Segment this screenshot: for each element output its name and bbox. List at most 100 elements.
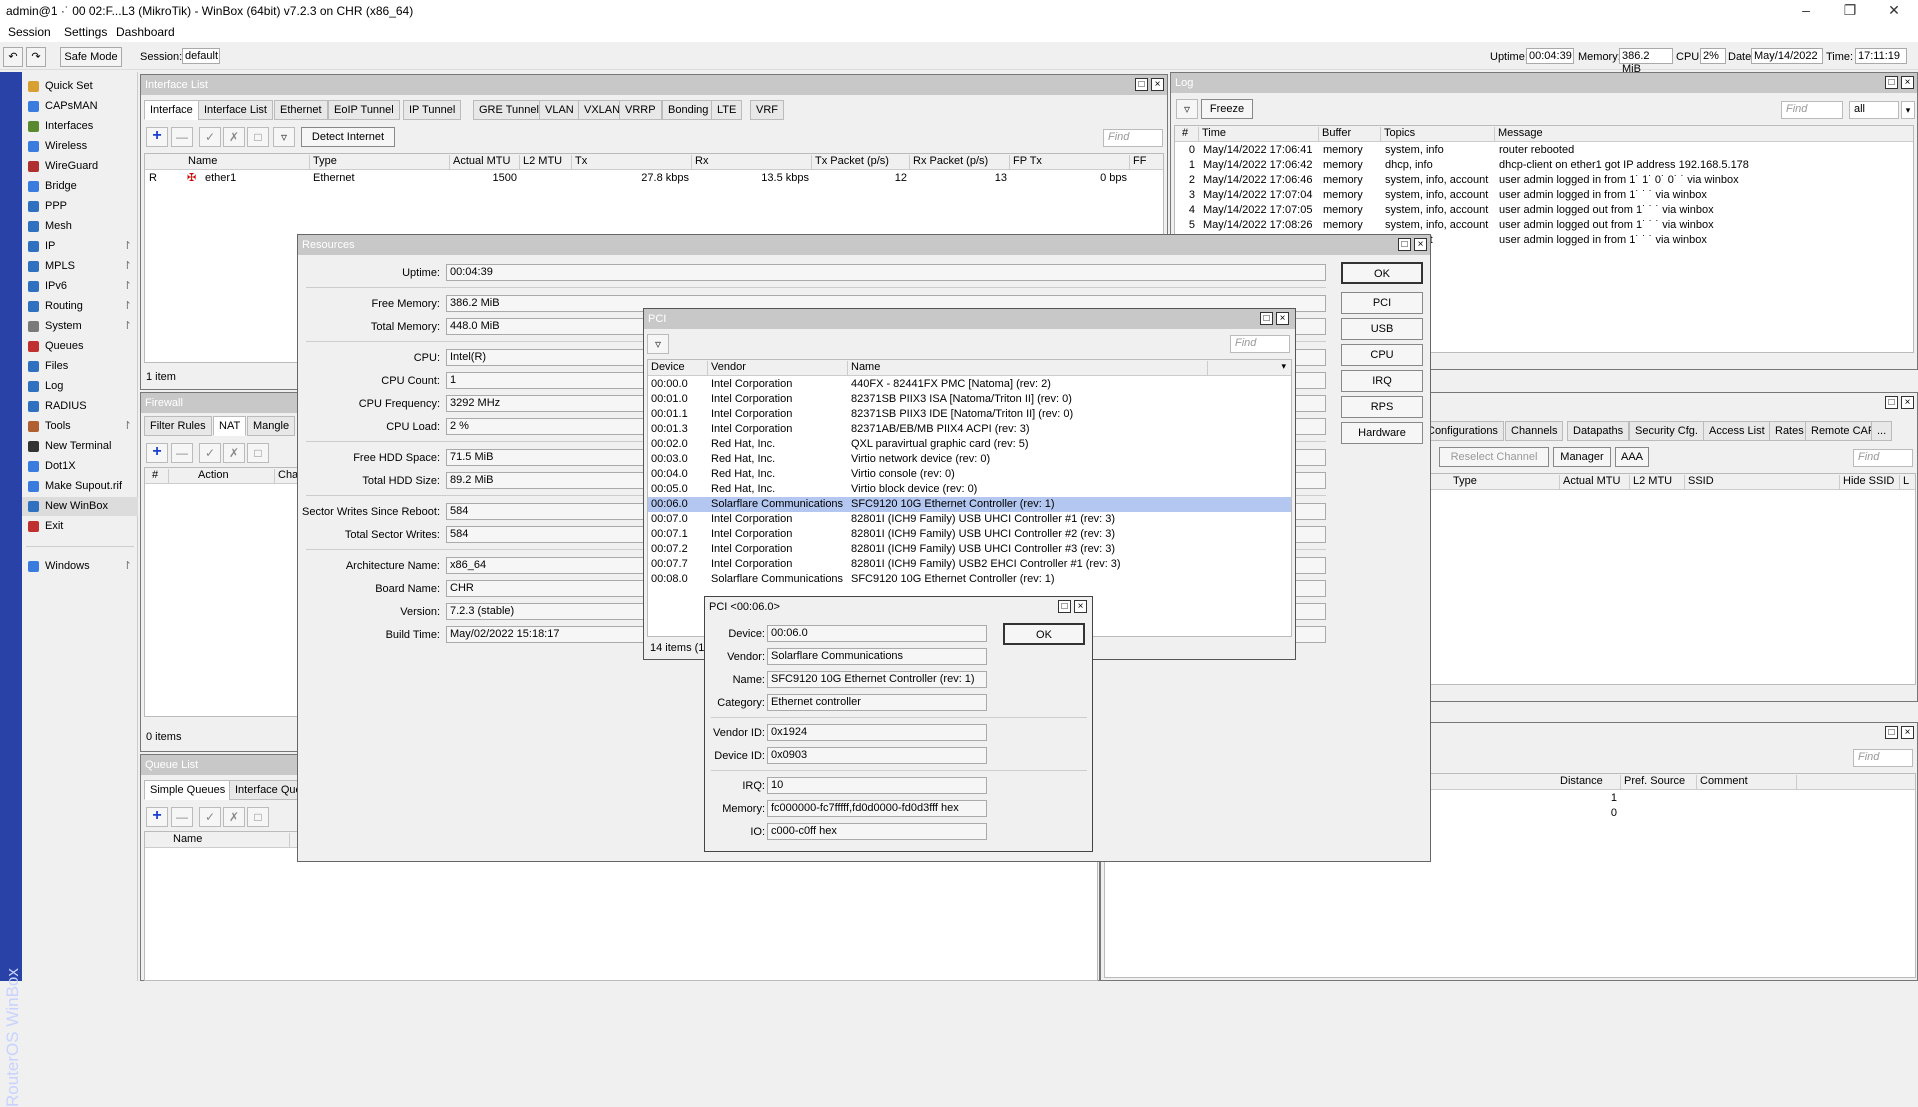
col-distance[interactable]: Distance (1557, 775, 1621, 789)
log-row[interactable]: 4 May/14/2022 17:07:05 memory system, info,… (1175, 203, 1913, 218)
sidebar-item-files[interactable]: Files (22, 357, 138, 376)
tab-lte[interactable]: LTE (711, 100, 743, 120)
tab-rates[interactable]: Rates (1769, 421, 1810, 441)
col-rx-packet[interactable]: Rx Packet (p/s) (910, 155, 1010, 169)
sidebar-item-make-supout-rif[interactable]: Make Supout.rif (22, 477, 138, 496)
sidebar-item-quick-set[interactable]: Quick Set (22, 77, 138, 96)
tab-security-cfg-[interactable]: Security Cfg. (1629, 421, 1704, 441)
tab-mangle[interactable]: Mangle (247, 416, 296, 436)
enable-icon[interactable]: ✓ (199, 443, 221, 463)
menu-session[interactable]: Session (8, 25, 51, 39)
close-icon[interactable]: × (1276, 312, 1289, 325)
col-rx[interactable]: Rx (692, 155, 812, 169)
log-row[interactable]: 1 May/14/2022 17:06:42 memory dhcp, info dhc… (1175, 158, 1913, 173)
tab-remote-cap[interactable]: Remote CAP (1805, 421, 1882, 441)
pci-row[interactable]: 00:01.0 Intel Corporation 82371SB PIIX3 IS… (648, 392, 1291, 407)
redo-icon[interactable]: ↷ (26, 47, 46, 67)
restore-icon[interactable]: □ (1885, 396, 1898, 409)
col-comment[interactable]: Comment (1697, 775, 1797, 789)
ok-button[interactable]: OK (1003, 623, 1085, 645)
col-ssid[interactable]: SSID (1685, 475, 1840, 489)
pci-row[interactable]: 00:07.1 Intel Corporation 82801I (ICH9 Fam… (648, 527, 1291, 542)
find-input[interactable]: Find (1103, 129, 1163, 147)
tab-channels[interactable]: Channels (1505, 421, 1564, 441)
filter-icon[interactable]: ▿ (647, 334, 669, 354)
sidebar-item-new-terminal[interactable]: New Terminal (22, 437, 138, 456)
session-value[interactable]: default (182, 48, 220, 64)
pci-button[interactable]: PCI (1341, 292, 1423, 314)
col-name[interactable]: Name (185, 155, 310, 169)
enable-icon[interactable]: ✓ (199, 807, 221, 827)
sidebar-item-interfaces[interactable]: Interfaces (22, 117, 138, 136)
close-icon[interactable]: × (1414, 238, 1427, 251)
disable-icon[interactable]: ✗ (223, 807, 245, 827)
tab-filter-rules[interactable]: Filter Rules (144, 416, 212, 436)
col-hide-ssid[interactable]: Hide SSID (1840, 475, 1900, 489)
close-icon[interactable]: × (1901, 396, 1914, 409)
find-input[interactable]: Find (1853, 749, 1913, 767)
sidebar-item-log[interactable]: Log (22, 377, 138, 396)
tab-vrf[interactable]: VRF (750, 100, 784, 120)
tab-interface[interactable]: Interface (144, 100, 199, 120)
col-l[interactable]: L (1900, 475, 1915, 489)
col-l2-mtu[interactable]: L2 MTU (520, 155, 572, 169)
pci-row[interactable]: 00:07.0 Intel Corporation 82801I (ICH9 Fam… (648, 512, 1291, 527)
col-number[interactable]: # (149, 469, 169, 483)
sidebar-item-radius[interactable]: RADIUS (22, 397, 138, 416)
pci-row[interactable]: 00:05.0 Red Hat, Inc. Virtio block device … (648, 482, 1291, 497)
col-pref-source[interactable]: Pref. Source (1621, 775, 1697, 789)
log-row[interactable]: 0 May/14/2022 17:06:41 memory system, info r… (1175, 143, 1913, 158)
hardware-button[interactable]: Hardware (1341, 422, 1423, 444)
maximize-icon[interactable]: ❐ (1830, 0, 1870, 22)
col-number[interactable]: # (1179, 127, 1199, 141)
filter-icon[interactable]: ▿ (1176, 99, 1198, 119)
sidebar-item-mpls[interactable]: MPLS ↾ (22, 257, 138, 276)
pci-row[interactable]: 00:03.0 Red Hat, Inc. Virtio network devic… (648, 452, 1291, 467)
sidebar-item-wireless[interactable]: Wireless (22, 137, 138, 156)
find-input[interactable]: Find (1230, 335, 1290, 353)
tab-ip-tunnel[interactable]: IP Tunnel (403, 100, 462, 120)
col-tx[interactable]: Tx (572, 155, 692, 169)
find-input[interactable]: Find (1781, 101, 1843, 119)
remove-icon[interactable]: — (171, 443, 193, 463)
column-dropdown-icon[interactable]: ▾ (1208, 361, 1291, 375)
aaa-button[interactable]: AAA (1615, 447, 1649, 467)
restore-icon[interactable]: □ (1885, 76, 1898, 89)
sidebar-item-ipv6[interactable]: IPv6 ↾ (22, 277, 138, 296)
tab-simple-queues[interactable]: Simple Queues (144, 780, 232, 800)
menu-dashboard[interactable]: Dashboard (116, 25, 175, 39)
sidebar-item-queues[interactable]: Queues (22, 337, 138, 356)
sidebar-item-mesh[interactable]: Mesh (22, 217, 138, 236)
col-device[interactable]: Device (648, 361, 708, 375)
restore-icon[interactable]: □ (1260, 312, 1273, 325)
detect-internet-button[interactable]: Detect Internet (301, 127, 395, 147)
pci-row[interactable]: 00:00.0 Intel Corporation 440FX - 82441FX … (648, 377, 1291, 392)
tab-bonding[interactable]: Bonding (662, 100, 715, 120)
col-buffer[interactable]: Buffer (1319, 127, 1381, 141)
sidebar-item-dot1x[interactable]: Dot1X (22, 457, 138, 476)
pci-row[interactable]: 00:01.3 Intel Corporation 82371AB/EB/MB PI… (648, 422, 1291, 437)
rps-button[interactable]: RPS (1341, 396, 1423, 418)
comment-icon[interactable]: □ (247, 443, 269, 463)
sidebar-item-ppp[interactable]: PPP (22, 197, 138, 216)
tab-eoip-tunnel[interactable]: EoIP Tunnel (328, 100, 400, 120)
irq-button[interactable]: IRQ (1341, 370, 1423, 392)
sidebar-item-wireguard[interactable]: WireGuard (22, 157, 138, 176)
filter-icon[interactable]: ▿ (273, 127, 295, 147)
log-row[interactable]: 2 May/14/2022 17:06:46 memory system, info,… (1175, 173, 1913, 188)
table-row[interactable]: R ✠ ether1 Ethernet 1500 27.8 kbps 13.5 … (145, 171, 1163, 186)
col-name[interactable]: Name (848, 361, 1208, 375)
sidebar-item-ip[interactable]: IP ↾ (22, 237, 138, 256)
comment-icon[interactable]: □ (247, 807, 269, 827)
col-fp-tx[interactable]: FP Tx (1010, 155, 1130, 169)
add-icon[interactable]: + (146, 127, 168, 147)
close-icon[interactable]: × (1074, 600, 1087, 613)
remove-icon[interactable]: — (171, 127, 193, 147)
safe-mode-button[interactable]: Safe Mode (60, 47, 122, 67)
comment-icon[interactable]: □ (247, 127, 269, 147)
sidebar-item-new-winbox[interactable]: New WinBox (22, 497, 138, 516)
col-l2-mtu[interactable]: L2 MTU (1630, 475, 1685, 489)
tab-interface-queues[interactable]: Interface Que (229, 780, 308, 800)
col-action[interactable]: Action (195, 469, 275, 483)
restore-icon[interactable]: □ (1135, 78, 1148, 91)
